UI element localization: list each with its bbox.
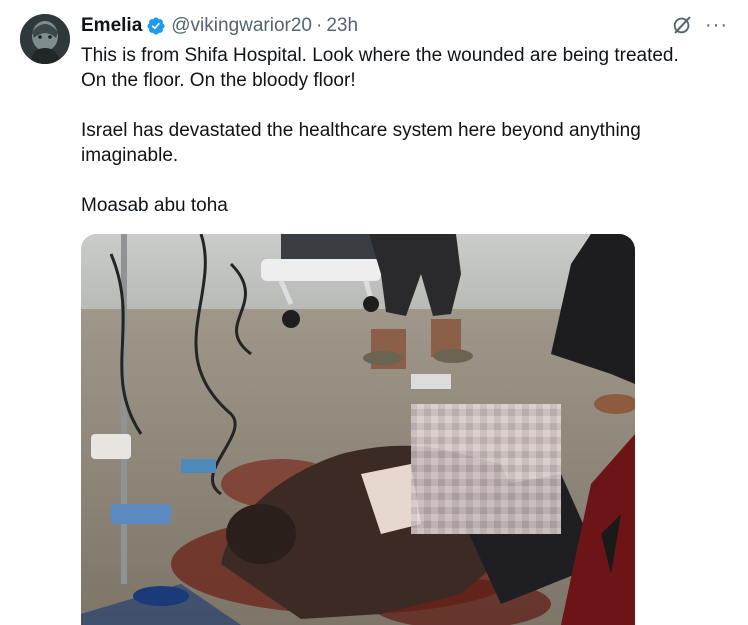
tweet-text-line: Israel has devastated the healthcare sys… [81, 120, 641, 141]
tweet-text: This is from Shifa Hospital. Look where … [81, 43, 721, 218]
verified-badge-icon[interactable] [146, 16, 166, 36]
tweet-top-actions: ··· [671, 14, 728, 36]
author-handle[interactable]: @vikingwarior20 [171, 15, 312, 37]
tweet-media-photo[interactable] [81, 234, 635, 625]
tweet-text-line: imaginable. [81, 145, 179, 166]
blurred-region [411, 404, 561, 534]
avatar-image [20, 14, 70, 64]
tweet-text-line: On the floor. On the bloody floor! [81, 70, 356, 91]
avatar[interactable] [20, 14, 70, 64]
more-options-icon[interactable]: ··· [705, 15, 728, 35]
photo-scene [81, 234, 635, 625]
timestamp[interactable]: 23h [326, 15, 358, 37]
tweet-text-line: Moasab abu toha [81, 195, 228, 216]
tweet[interactable]: Emelia @vikingwarior20 · 23h ··· This is… [0, 0, 748, 625]
separator-dot: · [316, 15, 323, 36]
grok-icon[interactable] [671, 14, 693, 36]
display-name[interactable]: Emelia [81, 15, 142, 37]
tweet-header: Emelia @vikingwarior20 · 23h [81, 13, 358, 39]
tweet-text-line: This is from Shifa Hospital. Look where … [81, 45, 679, 66]
